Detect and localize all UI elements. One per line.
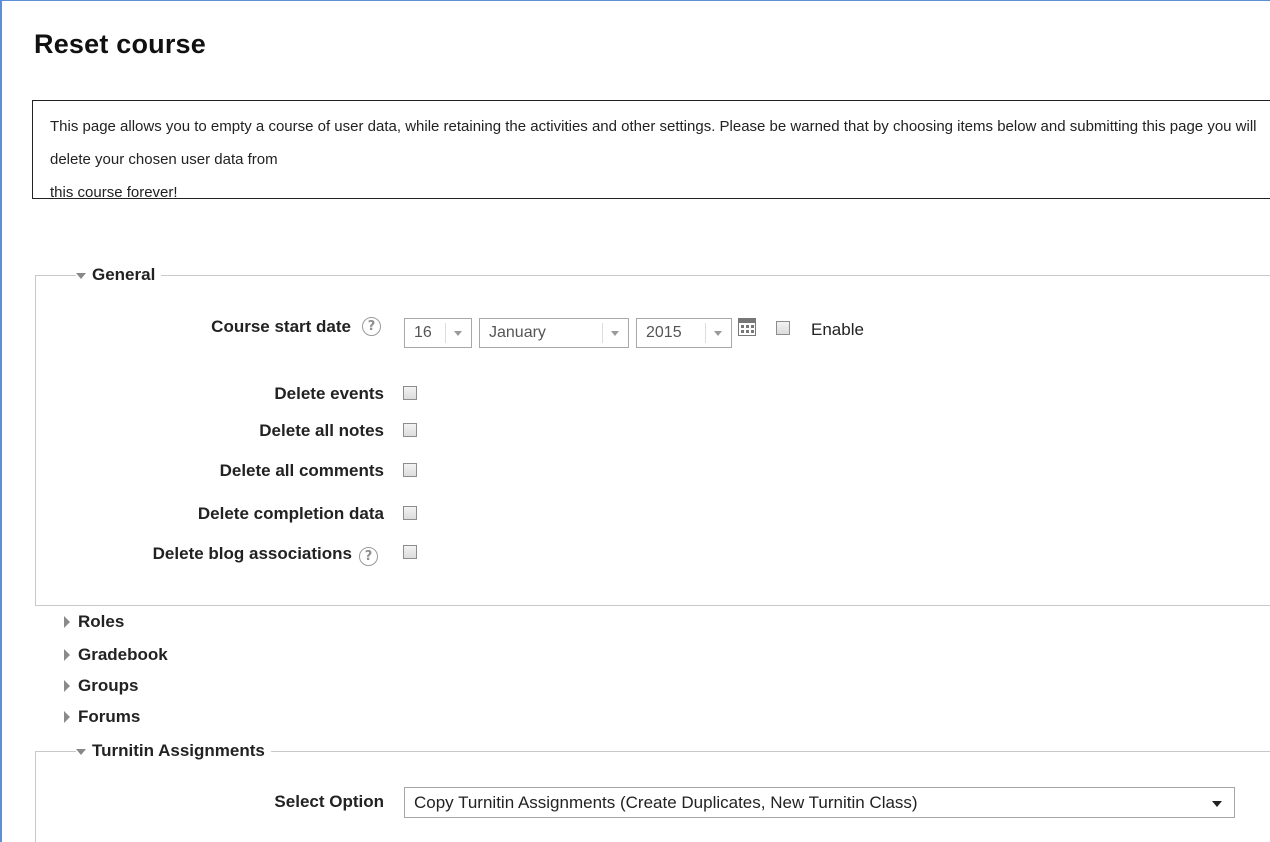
general-legend-label: General bbox=[92, 265, 156, 284]
select-option-label: Select Option bbox=[274, 792, 384, 811]
enable-label: Enable bbox=[811, 320, 864, 339]
section-forums[interactable]: Forums bbox=[64, 707, 140, 727]
section-roles-label: Roles bbox=[78, 612, 125, 631]
general-legend[interactable]: General bbox=[76, 265, 162, 285]
triangle-right-icon bbox=[64, 680, 70, 692]
chevron-down-icon bbox=[611, 331, 619, 336]
turnitin-legend-label: Turnitin Assignments bbox=[92, 741, 265, 760]
day-select-value: 16 bbox=[414, 324, 432, 341]
delete-events-checkbox[interactable] bbox=[403, 386, 417, 400]
chevron-down-icon bbox=[714, 331, 722, 336]
intro-text-line2: this course forever! bbox=[50, 184, 178, 199]
turnitin-option-value: Copy Turnitin Assignments (Create Duplic… bbox=[414, 792, 918, 812]
delete-completion-checkbox[interactable] bbox=[403, 506, 417, 520]
select-divider bbox=[705, 323, 706, 343]
intro-box: This page allows you to empty a course o… bbox=[32, 100, 1270, 199]
day-select[interactable]: 16 bbox=[404, 318, 472, 348]
triangle-right-icon bbox=[64, 649, 70, 661]
chevron-down-icon bbox=[1212, 801, 1222, 807]
delete-comments-label: Delete all comments bbox=[219, 461, 384, 480]
course-start-date-label: Course start date bbox=[211, 317, 351, 336]
triangle-down-icon bbox=[76, 748, 86, 755]
select-divider bbox=[445, 323, 446, 343]
year-select[interactable]: 2015 bbox=[636, 318, 732, 348]
month-select-value: January bbox=[489, 324, 546, 341]
select-divider bbox=[602, 323, 603, 343]
help-icon[interactable]: ? bbox=[359, 547, 378, 566]
section-roles[interactable]: Roles bbox=[64, 612, 124, 632]
delete-events-label: Delete events bbox=[274, 384, 384, 403]
delete-notes-checkbox[interactable] bbox=[403, 423, 417, 437]
chevron-down-icon bbox=[454, 331, 462, 336]
turnitin-option-select[interactable]: Copy Turnitin Assignments (Create Duplic… bbox=[404, 787, 1235, 818]
delete-notes-label: Delete all notes bbox=[259, 421, 384, 440]
delete-completion-label: Delete completion data bbox=[197, 504, 384, 523]
section-gradebook-label: Gradebook bbox=[78, 645, 168, 664]
triangle-right-icon bbox=[64, 616, 70, 628]
page-title: Reset course bbox=[34, 29, 206, 59]
help-icon[interactable]: ? bbox=[362, 317, 381, 336]
month-select[interactable]: January bbox=[479, 318, 629, 348]
section-groups[interactable]: Groups bbox=[64, 676, 138, 696]
calendar-icon[interactable] bbox=[738, 318, 756, 336]
section-groups-label: Groups bbox=[78, 676, 139, 695]
delete-comments-checkbox[interactable] bbox=[403, 463, 417, 477]
triangle-down-icon bbox=[76, 272, 86, 279]
triangle-right-icon bbox=[64, 711, 70, 723]
year-select-value: 2015 bbox=[646, 324, 682, 341]
turnitin-legend[interactable]: Turnitin Assignments bbox=[76, 741, 271, 761]
section-gradebook[interactable]: Gradebook bbox=[64, 645, 168, 665]
section-forums-label: Forums bbox=[78, 707, 141, 726]
page-frame: Reset course This page allows you to emp… bbox=[0, 0, 1270, 842]
intro-text-line1: This page allows you to empty a course o… bbox=[50, 118, 1261, 168]
delete-blog-checkbox[interactable] bbox=[403, 545, 417, 559]
enable-checkbox[interactable] bbox=[776, 321, 790, 335]
delete-blog-label: Delete blog associations bbox=[152, 544, 352, 563]
